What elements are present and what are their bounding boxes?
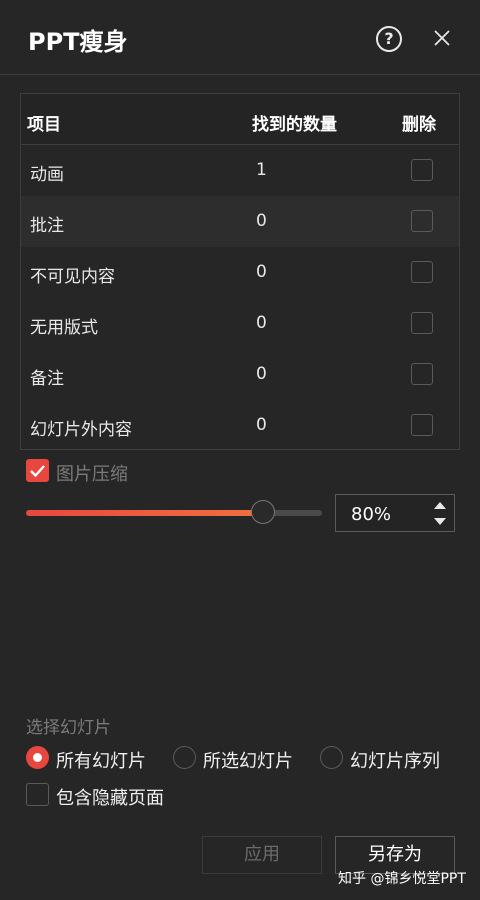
image-compress-label: 图片压缩: [56, 464, 128, 485]
cleanup-table: 项目 找到的数量 删除 动画 1 批注 0 不可见内容 0 无用版式 0 备注 …: [20, 93, 460, 450]
row-name: 幻灯片外内容: [30, 420, 132, 440]
image-compress-checkbox[interactable]: [26, 459, 49, 482]
ppt-slim-dialog: PPT瘦身 ? 项目 找到的数量 删除 动画 1 批注 0 不可见内容 0 无用…: [0, 0, 480, 900]
radio-label: 所有幻灯片: [56, 751, 146, 772]
watermark: 知乎 @锦乡悦堂PPT: [338, 871, 466, 887]
row-count: 0: [256, 415, 267, 435]
row-name: 动画: [30, 165, 64, 185]
header-delete: 删除: [402, 115, 436, 135]
dialog-title: PPT瘦身: [28, 28, 128, 56]
table-row: 不可见内容 0: [21, 247, 459, 298]
spin-up-icon[interactable]: [434, 502, 446, 509]
include-hidden-checkbox[interactable]: [26, 783, 49, 806]
header-item: 项目: [27, 115, 61, 135]
radio-label: 所选幻灯片: [203, 751, 293, 772]
row-count: 0: [256, 313, 267, 333]
table-row: 动画 1: [21, 145, 459, 196]
table-row: 无用版式 0: [21, 298, 459, 349]
help-icon[interactable]: ?: [376, 26, 402, 52]
row-count: 1: [256, 160, 267, 180]
spin-down-icon[interactable]: [434, 518, 446, 525]
title-bar: PPT瘦身 ?: [0, 0, 480, 75]
slider-fill: [26, 510, 263, 516]
apply-button[interactable]: 应用: [202, 836, 322, 874]
radio-button[interactable]: [26, 746, 49, 769]
header-count: 找到的数量: [252, 115, 337, 135]
row-count: 0: [256, 211, 267, 231]
delete-checkbox[interactable]: [411, 210, 433, 232]
row-count: 0: [256, 364, 267, 384]
table-row: 幻灯片外内容 0: [21, 400, 459, 451]
checkmark-icon: [30, 465, 45, 478]
row-name: 不可见内容: [30, 267, 115, 287]
compress-slider[interactable]: [26, 498, 324, 530]
delete-checkbox[interactable]: [411, 159, 433, 181]
select-slides-label: 选择幻灯片: [26, 718, 111, 738]
delete-checkbox[interactable]: [411, 363, 433, 385]
compress-value[interactable]: 80%: [351, 504, 391, 525]
row-count: 0: [256, 262, 267, 282]
include-hidden-label: 包含隐藏页面: [56, 788, 164, 809]
table-row: 备注 0: [21, 349, 459, 400]
row-name: 备注: [30, 369, 64, 389]
delete-checkbox[interactable]: [411, 312, 433, 334]
radio-label: 幻灯片序列: [350, 751, 440, 772]
delete-checkbox[interactable]: [411, 261, 433, 283]
slider-thumb[interactable]: [250, 500, 275, 524]
table-header: 项目 找到的数量 删除: [21, 94, 459, 145]
delete-checkbox[interactable]: [411, 414, 433, 436]
table-row: 批注 0: [21, 196, 459, 247]
row-name: 批注: [30, 216, 64, 236]
radio-button[interactable]: [173, 746, 196, 769]
radio-button[interactable]: [320, 746, 343, 769]
close-icon[interactable]: [430, 26, 454, 50]
row-name: 无用版式: [30, 318, 98, 338]
compress-value-stepper[interactable]: 80%: [335, 494, 455, 532]
